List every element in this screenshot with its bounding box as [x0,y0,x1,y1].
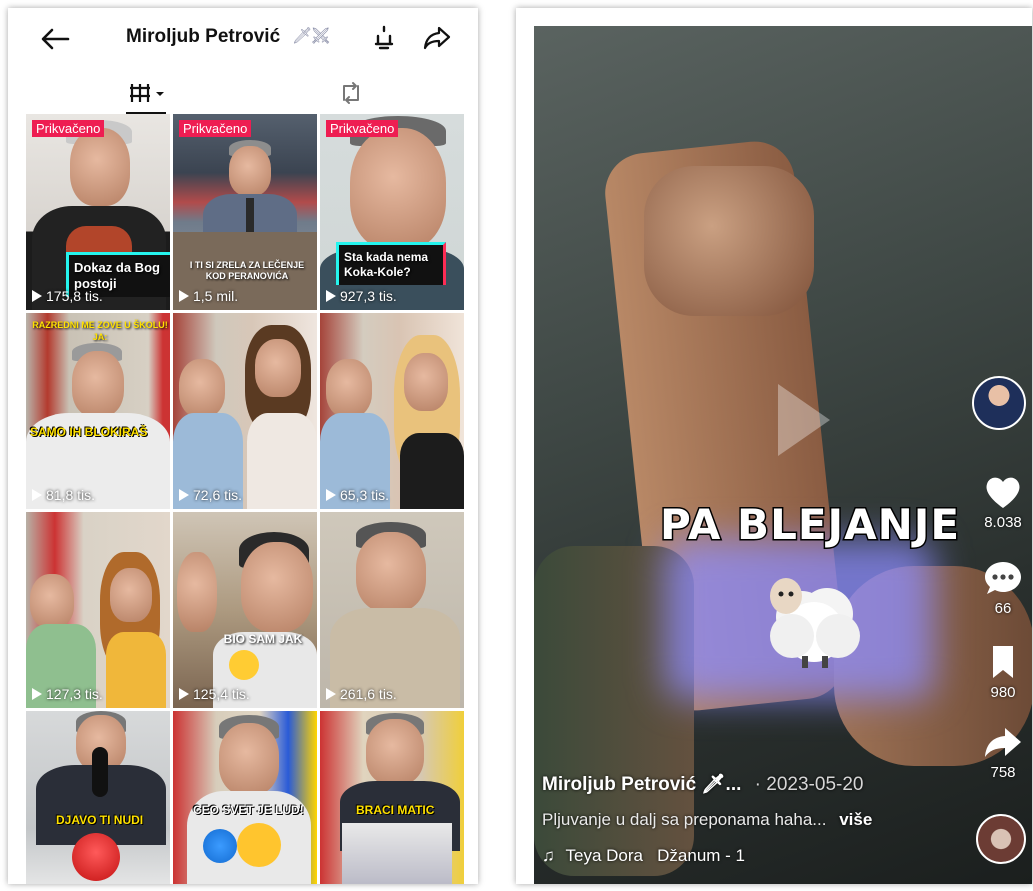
music-note-icon: ♫ [542,846,555,865]
share-icon [423,26,451,50]
author-name[interactable]: Miroljub Petrović [542,774,696,795]
profile-header: Miroljub Petrović 🗡⚔ [8,8,478,68]
view-count: 175,8 tis. [32,288,103,304]
play-icon [32,688,42,700]
play-icon [179,688,189,700]
play-icon [32,290,42,302]
video-caption: RAZREDNI ME ZOVE U ŠKOLU! JA: [32,320,168,342]
save-count: 980 [990,684,1016,701]
bell-icon [374,25,394,50]
play-icon [179,489,189,501]
video-caption: Sta kada nema Koka-Kole? [336,242,446,285]
view-count: 81,8 tis. [32,487,95,503]
video-tile[interactable]: Prikvačeno Sta kada nema Koka-Kole? 927,… [320,114,464,310]
author-line[interactable]: Miroljub Petrović 🗡... · 2023-05-20 [542,772,863,796]
profile-title: Miroljub Petrović [126,26,281,47]
video-tile[interactable]: DJAVO TI NUDI [26,711,170,884]
description-line[interactable]: Pljuvanje u dalj sa preponama haha... vi… [542,810,872,830]
share-count: 758 [990,764,1016,781]
play-icon [32,489,42,501]
arrow-left-icon [41,28,70,50]
tab-reposts[interactable] [338,80,364,106]
heart-icon [986,477,1020,508]
comment-button[interactable]: 66 [974,560,1032,617]
video-tile[interactable]: RAZREDNI ME ZOVE U ŠKOLU! JA: SAMO IH BL… [26,313,170,509]
video-caption-main: SAMO IH BLOKIRAŠ [30,425,148,439]
pinned-badge: Prikvačeno [179,120,252,137]
music-disc-icon[interactable] [976,814,1026,864]
angry-emoji [237,823,281,867]
save-button[interactable]: 980 [974,644,1032,701]
photo-inset [342,823,452,884]
play-overlay-icon[interactable] [778,384,830,456]
like-button[interactable]: 8.038 [974,474,1032,531]
video-tile[interactable]: BIO SAM JAK 125,4 tis. [173,512,317,708]
devil-emoji [72,833,120,881]
view-count: 1,5 mil. [179,288,238,304]
video-tile[interactable]: Prikvačeno Dokaz da Bog postoji 175,8 ti… [26,114,170,310]
video-caption: CEO SVET JE LUD! [193,803,304,817]
like-count: 8.038 [984,514,1022,531]
music-line[interactable]: ♫ Teya Dora Džanum - 1 [542,846,745,866]
play-icon [326,489,336,501]
video-tile[interactable]: 261,6 tis. [320,512,464,708]
title-emoji: 🗡⚔ [292,28,331,45]
video-grid: Prikvačeno Dokaz da Bog postoji 175,8 ti… [26,114,464,884]
video-caption: BRACI MATIC [356,803,435,817]
comment-icon [985,562,1021,594]
play-icon [326,688,336,700]
video-tile[interactable]: 127,3 tis. [26,512,170,708]
post-date: · 2023-05-20 [754,774,864,795]
more-link[interactable]: više [839,810,872,829]
view-count: 927,3 tis. [326,288,397,304]
video-caption: I TI SI ZRELA ZA LEČENJE KOD PERANOVIĆA [189,260,305,281]
author-avatar[interactable] [972,376,1026,430]
sheep-icon [770,578,860,668]
bookmark-icon [993,646,1013,678]
microphone [92,747,108,797]
video-player-screen: PA BLEJANJE 8.038 66 980 758 Miroljub Pe… [516,8,1032,884]
video-tile[interactable]: 72,6 tis. [173,313,317,509]
view-count: 72,6 tis. [179,487,242,503]
share-action-button[interactable]: 758 [974,724,1032,781]
share-button[interactable] [422,24,452,52]
video-tile[interactable]: 65,3 tis. [320,313,464,509]
video-description: Pljuvanje u dalj sa preponama haha... [542,810,827,829]
sticker-text: PA BLEJANJE [658,499,961,551]
play-icon [326,290,336,302]
view-count: 127,3 tis. [32,686,103,702]
video-tile[interactable]: BRACI MATIC [320,711,464,884]
share-arrow-icon [985,728,1021,757]
pinned-badge: Prikvačeno [32,120,105,137]
notification-button[interactable] [370,24,398,52]
view-count: 125,4 tis. [179,686,250,702]
text-sticker: PA BLEJANJE [644,494,964,704]
video-caption: DJAVO TI NUDI [56,813,144,827]
video-tile[interactable]: CEO SVET JE LUD! [173,711,317,884]
profile-screen: Miroljub Petrović 🗡⚔ Prikvačeno Dokaz da… [8,8,478,884]
emoji-sticker [229,650,259,680]
video-caption: BIO SAM JAK [223,632,303,646]
tab-videos[interactable] [128,80,168,106]
author-suffix: 🗡... [701,774,742,795]
pinned-badge: Prikvačeno [326,120,399,137]
globe-emoji [203,829,237,863]
video-frame[interactable]: PA BLEJANJE [534,26,1032,884]
view-count: 65,3 tis. [326,487,389,503]
grid-icon [130,84,164,102]
fist [644,166,814,316]
profile-tabs [8,74,478,114]
back-button[interactable] [38,24,72,54]
repost-icon [343,82,359,104]
play-icon [179,290,189,302]
music-title: Teya Dora Džanum - 1 [565,846,745,865]
view-count: 261,6 tis. [326,686,397,702]
comment-count: 66 [994,600,1012,617]
video-tile[interactable]: Prikvačeno I TI SI ZRELA ZA LEČENJE KOD … [173,114,317,310]
